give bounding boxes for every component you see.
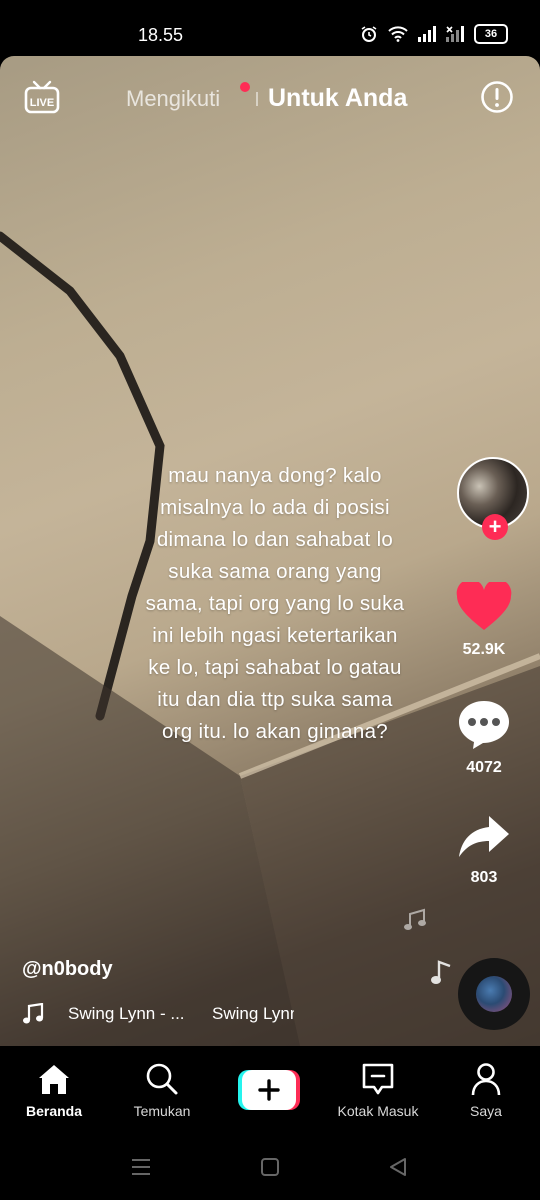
caption-line: mau nanya dong? kalo (168, 464, 382, 487)
caption-line: org itu. lo akan gimana? (161, 720, 388, 743)
caption-line: misalnya lo ada di posisi (160, 496, 390, 519)
tab-following[interactable]: Mengikuti (126, 86, 220, 112)
music-title: Swing Lynn - ... (68, 1004, 185, 1023)
inbox-icon (362, 1063, 394, 1095)
music-note-icon (23, 1003, 44, 1024)
share-arrow-icon (459, 816, 509, 857)
system-navigation-bar (0, 1128, 540, 1200)
share-count: 803 (470, 869, 498, 886)
live-button[interactable]: LIVE (24, 80, 60, 119)
caption-line: ke lo, tapi sahabat lo gatau (148, 656, 402, 679)
music-title-marquee: Swing Lynn - ... Swing Lynn (68, 1004, 294, 1024)
comment-bubble-icon (459, 701, 509, 749)
music-note-icon (431, 960, 451, 984)
status-icons: 36 (360, 24, 508, 44)
battery-level: 36 (484, 28, 498, 40)
caption-line: itu dan dia ttp suka sama (157, 688, 393, 711)
heart-icon (456, 579, 512, 630)
caption-line: dimana lo dan sahabat lo (156, 528, 394, 551)
signal-icon (418, 26, 436, 42)
bottom-navigation: Beranda Temukan Kotak Masuk Saya (0, 1046, 540, 1128)
profile-icon (471, 1063, 501, 1096)
tab-for-you[interactable]: Untuk Anda (268, 84, 407, 113)
search-icon (146, 1063, 178, 1095)
caption-line: sama, tapi org yang lo suka (145, 592, 405, 615)
battery-indicator: 36 (474, 24, 508, 44)
nav-inbox[interactable]: Kotak Masuk (328, 1062, 428, 1119)
create-plus-icon (238, 1070, 300, 1110)
comment-count: 4072 (466, 759, 502, 776)
follow-button[interactable]: + (482, 514, 508, 540)
notification-dot (240, 82, 250, 92)
music-info[interactable]: Swing Lynn - ... Swing Lynn (22, 1003, 294, 1025)
like-button[interactable]: 52.9K (446, 579, 522, 659)
music-disc-button[interactable] (458, 958, 530, 1030)
nav-discover[interactable]: Temukan (112, 1062, 212, 1119)
live-label: LIVE (30, 97, 54, 109)
back-triangle-icon[interactable] (388, 1157, 408, 1177)
status-bar: 18.55 36 (0, 0, 540, 56)
tab-divider (256, 92, 258, 106)
creator-username[interactable]: @n0body (22, 958, 113, 981)
live-tv-icon: LIVE (24, 80, 60, 114)
music-album-art (476, 976, 512, 1012)
nav-profile[interactable]: Saya (436, 1062, 536, 1119)
alarm-icon (361, 26, 377, 42)
create-button[interactable] (238, 1070, 300, 1110)
report-button[interactable] (480, 80, 514, 119)
alert-circle-icon (481, 81, 513, 113)
home-square-icon[interactable] (260, 1157, 280, 1177)
music-title-repeat: Swing Lynn (212, 1004, 294, 1023)
recent-apps-icon[interactable] (130, 1158, 152, 1176)
top-navigation: LIVE Mengikuti Untuk Anda (0, 56, 540, 140)
comment-button[interactable]: 4072 (446, 698, 522, 777)
video-caption-overlay: mau nanya dong? kalo misalnya lo ada di … (110, 460, 440, 748)
status-time: 18.55 (138, 25, 184, 45)
nav-home[interactable]: Beranda (4, 1062, 104, 1119)
signal-no-service-icon (446, 26, 464, 42)
caption-line: suka sama orang yang (168, 560, 382, 583)
nav-profile-label: Saya (470, 1103, 502, 1119)
share-button[interactable]: 803 (446, 814, 522, 887)
home-icon (39, 1065, 69, 1094)
wifi-icon (388, 26, 408, 42)
nav-inbox-label: Kotak Masuk (337, 1103, 419, 1119)
music-note-icon (404, 908, 426, 930)
caption-line: ini lebih ngasi ketertarikan (152, 624, 398, 647)
like-count: 52.9K (462, 641, 506, 658)
nav-discover-label: Temukan (133, 1103, 191, 1119)
nav-home-label: Beranda (25, 1103, 83, 1119)
